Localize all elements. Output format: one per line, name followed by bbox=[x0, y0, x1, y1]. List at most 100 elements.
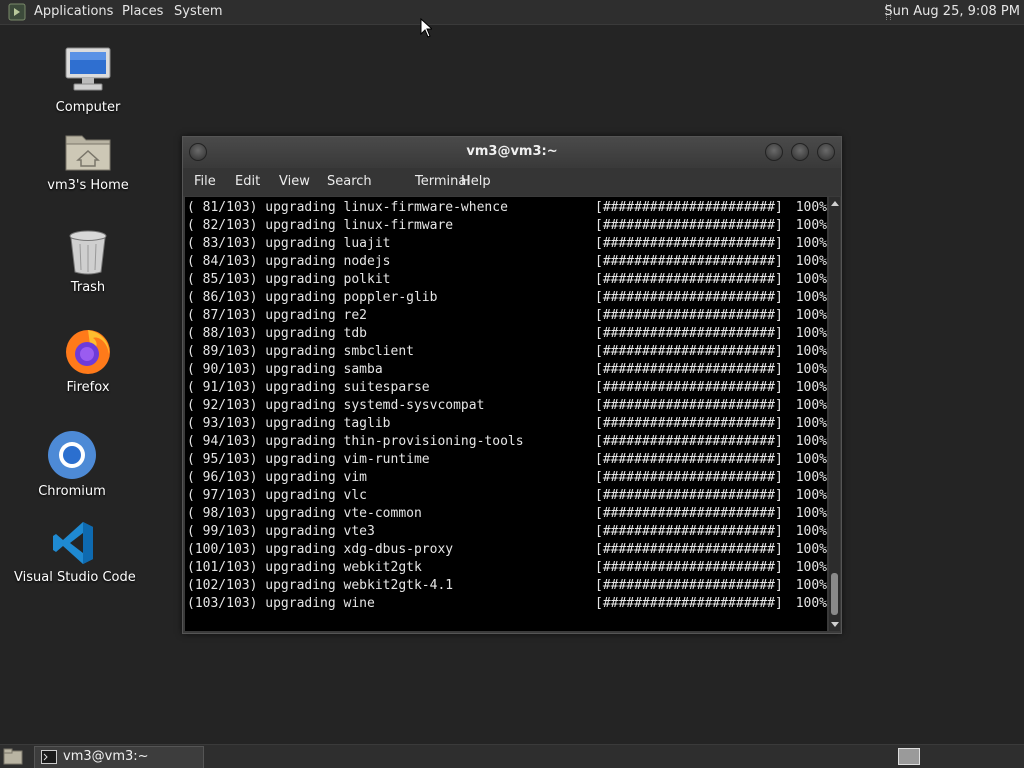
terminal-line-text: ( 82/103) upgrading linux-firmware bbox=[187, 218, 454, 233]
terminal-line: ( 86/103) upgrading poppler-glib [#######… bbox=[187, 289, 827, 307]
clock[interactable]: Sun Aug 25, 9:08 PM bbox=[884, 4, 1020, 19]
terminal-line: ( 92/103) upgrading systemd-sysvcompat [#… bbox=[187, 397, 827, 415]
scroll-up-arrow-icon[interactable] bbox=[831, 201, 839, 206]
terminal-menubar: File Edit View Search Terminal Help bbox=[183, 168, 841, 196]
desktop-icon-label: vm3's Home bbox=[47, 178, 129, 193]
applications-menu-icon[interactable] bbox=[8, 3, 26, 21]
desktop-icon-label: Chromium bbox=[38, 484, 106, 499]
menu-view[interactable]: View bbox=[279, 174, 310, 189]
mouse-pointer-icon bbox=[420, 18, 432, 38]
desktop-icon-home[interactable]: vm3's Home bbox=[46, 128, 130, 193]
terminal-line-text: ( 97/103) upgrading vlc bbox=[187, 488, 368, 503]
desktop-icon-chromium[interactable]: Chromium bbox=[32, 430, 112, 499]
terminal-percent: 100% bbox=[795, 398, 827, 413]
terminal-line: ( 94/103) upgrading thin-provisioning-to… bbox=[187, 433, 827, 451]
terminal-progress-bar: [######################] bbox=[595, 398, 783, 413]
scrollbar-thumb[interactable] bbox=[831, 573, 838, 615]
terminal-line: ( 95/103) upgrading vim-runtime [########… bbox=[187, 451, 827, 469]
minimize-button[interactable] bbox=[765, 143, 783, 161]
trash-icon bbox=[69, 230, 107, 275]
terminal-line-text: ( 86/103) upgrading poppler-glib bbox=[187, 290, 438, 305]
terminal-progress-bar: [######################] bbox=[595, 470, 783, 485]
terminal-percent: 100% bbox=[795, 272, 827, 287]
terminal-progress-bar: [######################] bbox=[595, 218, 783, 233]
terminal-percent: 100% bbox=[795, 542, 827, 557]
terminal-progress-bar: [######################] bbox=[595, 452, 783, 467]
applications-menu[interactable]: Applications bbox=[34, 4, 113, 19]
terminal-line: ( 85/103) upgrading polkit [#############… bbox=[187, 271, 827, 289]
terminal-line: ( 90/103) upgrading samba [##############… bbox=[187, 361, 827, 379]
terminal-percent: 100% bbox=[795, 470, 827, 485]
terminal-percent: 100% bbox=[795, 416, 827, 431]
window-titlebar[interactable]: vm3@vm3:~ bbox=[183, 137, 841, 167]
menu-search[interactable]: Search bbox=[327, 174, 372, 189]
terminal-line-text: (103/103) upgrading wine bbox=[187, 596, 375, 611]
terminal-percent: 100% bbox=[795, 578, 827, 593]
terminal-line: ( 82/103) upgrading linux-firmware [#####… bbox=[187, 217, 827, 235]
terminal-progress-bar: [######################] bbox=[595, 380, 783, 395]
terminal-percent: 100% bbox=[795, 452, 827, 467]
terminal-percent: 100% bbox=[795, 290, 827, 305]
vscode-icon bbox=[53, 522, 93, 564]
menu-edit[interactable]: Edit bbox=[235, 174, 260, 189]
terminal-percent: 100% bbox=[795, 200, 827, 215]
places-menu[interactable]: Places bbox=[122, 4, 163, 19]
system-menu[interactable]: System bbox=[174, 4, 222, 19]
desktop-icon-computer[interactable]: Computer bbox=[48, 44, 128, 115]
terminal-line-text: (101/103) upgrading webkit2gtk bbox=[187, 560, 422, 575]
terminal-progress-bar: [######################] bbox=[595, 236, 783, 251]
menu-help[interactable]: Help bbox=[461, 174, 491, 189]
terminal-line-text: ( 96/103) upgrading vim bbox=[187, 470, 368, 485]
terminal-percent: 100% bbox=[795, 380, 827, 395]
terminal-progress-bar: [######################] bbox=[595, 488, 783, 503]
terminal-line-text: ( 85/103) upgrading polkit bbox=[187, 272, 391, 287]
terminal-progress-bar: [######################] bbox=[595, 254, 783, 269]
terminal-percent: 100% bbox=[795, 326, 827, 341]
terminal-progress-bar: [######################] bbox=[595, 308, 783, 323]
menu-file[interactable]: File bbox=[194, 174, 216, 189]
terminal-line: ( 93/103) upgrading taglib [#############… bbox=[187, 415, 827, 433]
desktop-icon-label: Trash bbox=[70, 280, 106, 295]
scroll-down-arrow-icon[interactable] bbox=[831, 622, 839, 627]
terminal-line: ( 87/103) upgrading re2 [################… bbox=[187, 307, 827, 325]
terminal-line-text: ( 91/103) upgrading suitesparse bbox=[187, 380, 430, 395]
terminal-progress-bar: [######################] bbox=[595, 290, 783, 305]
terminal-icon bbox=[41, 750, 57, 764]
desktop-icon-vscode[interactable]: Visual Studio Code bbox=[14, 520, 136, 585]
terminal-line: ( 98/103) upgrading vte-common [#########… bbox=[187, 505, 827, 523]
terminal-output[interactable]: ( 81/103) upgrading linux-firmware-whenc… bbox=[185, 197, 827, 631]
terminal-line-text: ( 81/103) upgrading linux-firmware-whenc… bbox=[187, 200, 508, 215]
terminal-percent: 100% bbox=[795, 506, 827, 521]
terminal-line-text: ( 88/103) upgrading tdb bbox=[187, 326, 368, 341]
terminal-progress-bar: [######################] bbox=[595, 506, 783, 521]
terminal-percent: 100% bbox=[795, 560, 827, 575]
terminal-line-text: ( 94/103) upgrading thin-provisioning-to… bbox=[187, 434, 524, 449]
terminal-line-text: ( 84/103) upgrading nodejs bbox=[187, 254, 391, 269]
terminal-percent: 100% bbox=[795, 254, 827, 269]
terminal-percent: 100% bbox=[795, 236, 827, 251]
terminal-line-text: (102/103) upgrading webkit2gtk-4.1 bbox=[187, 578, 454, 593]
terminal-window[interactable]: vm3@vm3:~ File Edit View Search Terminal… bbox=[182, 136, 842, 634]
desktop-icon-trash[interactable]: Trash bbox=[48, 228, 128, 295]
show-desktop-icon[interactable] bbox=[3, 748, 23, 766]
terminal-line: ( 84/103) upgrading nodejs [#############… bbox=[187, 253, 827, 271]
terminal-line: ( 83/103) upgrading luajit [#############… bbox=[187, 235, 827, 253]
close-button[interactable] bbox=[817, 143, 835, 161]
terminal-scrollbar[interactable] bbox=[829, 197, 840, 631]
workspace-switcher-icon[interactable] bbox=[898, 748, 920, 765]
terminal-line-text: ( 95/103) upgrading vim-runtime bbox=[187, 452, 430, 467]
terminal-line-text: ( 99/103) upgrading vte3 bbox=[187, 524, 375, 539]
terminal-progress-bar: [######################] bbox=[595, 524, 783, 539]
top-panel: Applications Places System Sun Aug 25, 9… bbox=[0, 0, 1024, 25]
terminal-percent: 100% bbox=[795, 344, 827, 359]
taskbar-item-label: vm3@vm3:~ bbox=[63, 749, 149, 764]
terminal-line: (101/103) upgrading webkit2gtk [#########… bbox=[187, 559, 827, 577]
desktop-icon-firefox[interactable]: Firefox bbox=[48, 326, 128, 395]
maximize-button[interactable] bbox=[791, 143, 809, 161]
computer-icon bbox=[65, 47, 111, 91]
terminal-line: ( 99/103) upgrading vte3 [###############… bbox=[187, 523, 827, 541]
desktop-icon-label: Computer bbox=[55, 100, 121, 115]
taskbar-terminal-item[interactable]: vm3@vm3:~ bbox=[34, 746, 204, 768]
terminal-line: (102/103) upgrading webkit2gtk-4.1 [#####… bbox=[187, 577, 827, 595]
firefox-icon bbox=[66, 330, 110, 374]
